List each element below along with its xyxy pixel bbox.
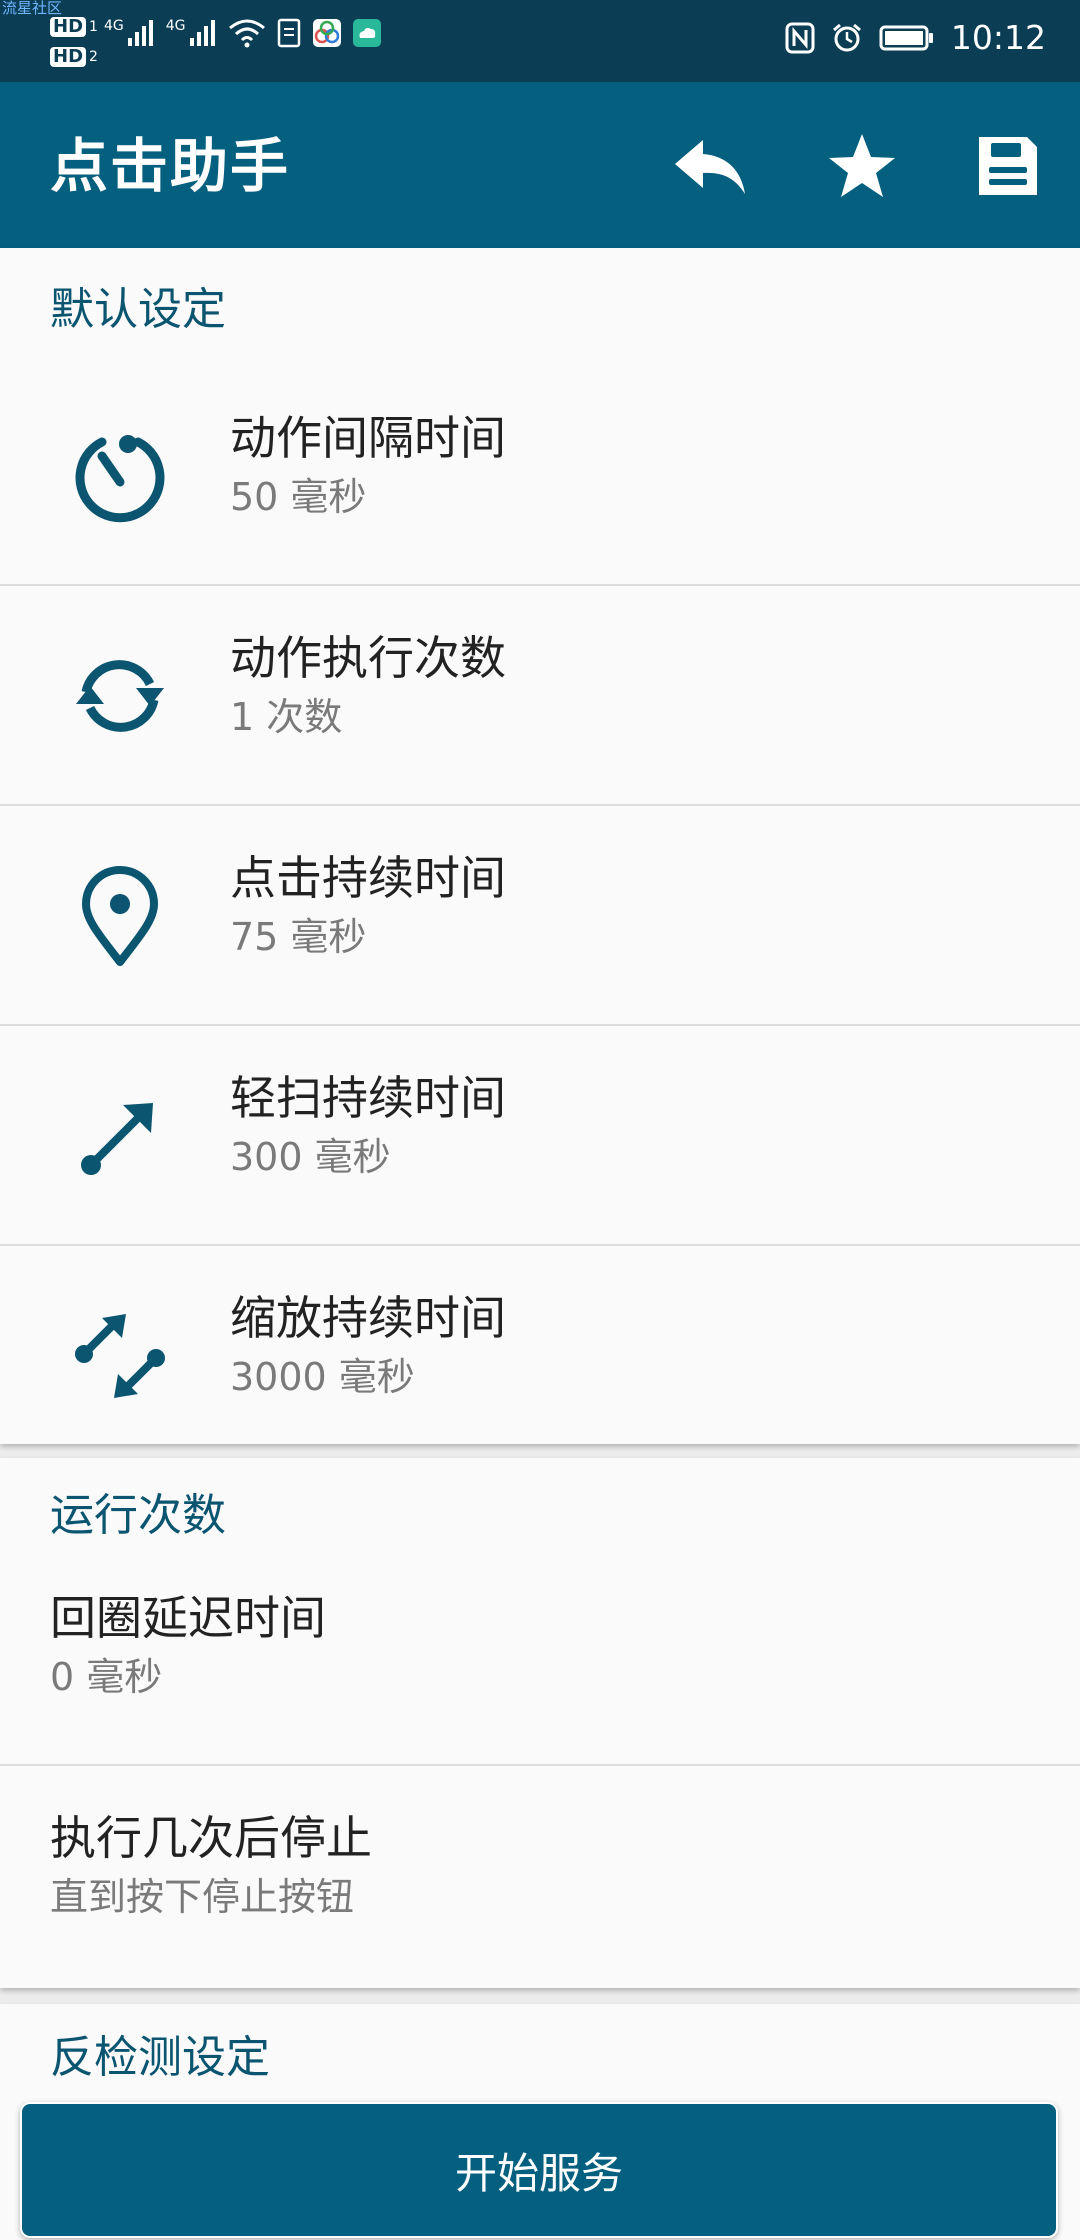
undo-button[interactable] bbox=[668, 124, 752, 208]
setting-value: 50 毫秒 bbox=[230, 475, 367, 519]
status-right-icons: 10:12 bbox=[785, 18, 1046, 57]
status-left-icons: 4G 4G bbox=[104, 18, 382, 48]
sim-index-2: 2 bbox=[89, 49, 98, 65]
setting-loop-delay[interactable]: 回圈延迟时间 0 毫秒 bbox=[0, 1546, 1080, 1766]
network-type-2: 4G bbox=[165, 18, 186, 34]
run-count-card: 运行次数 回圈延迟时间 0 毫秒 执行几次后停止 直到按下停止按钮 bbox=[0, 1458, 1080, 1988]
clock-time: 10:12 bbox=[950, 18, 1046, 57]
setting-value: 3000 毫秒 bbox=[230, 1355, 415, 1399]
save-button[interactable] bbox=[966, 124, 1050, 208]
document-icon bbox=[277, 18, 300, 48]
signal-icon-2: 4G bbox=[166, 18, 218, 48]
app-notification-icon bbox=[312, 19, 341, 47]
cloud-app-icon bbox=[352, 19, 381, 47]
timer-icon bbox=[70, 426, 170, 526]
swipe-arrow-icon bbox=[70, 1086, 170, 1186]
start-service-button[interactable]: 开始服务 bbox=[20, 2102, 1058, 2238]
setting-value: 1 次数 bbox=[230, 695, 343, 739]
setting-title: 轻扫持续时间 bbox=[230, 1071, 506, 1125]
setting-action-interval[interactable]: 动作间隔时间 50 毫秒 bbox=[0, 366, 1080, 586]
sim-badges: HD 1 HD 2 bbox=[50, 12, 98, 72]
nfc-icon bbox=[785, 22, 815, 53]
setting-value: 75 毫秒 bbox=[230, 915, 367, 959]
favorite-button[interactable] bbox=[820, 124, 904, 208]
location-pin-icon bbox=[70, 866, 170, 966]
hd-badge-1: HD bbox=[50, 17, 87, 37]
floppy-disk-icon bbox=[979, 137, 1037, 195]
setting-title: 动作间隔时间 bbox=[230, 411, 506, 465]
network-type-1: 4G bbox=[104, 18, 124, 34]
bottom-action-area: 开始服务 bbox=[0, 2090, 1080, 2240]
sim-index-1: 1 bbox=[89, 19, 98, 35]
setting-title: 回圈延迟时间 bbox=[50, 1591, 326, 1645]
wifi-icon bbox=[228, 19, 265, 48]
setting-stop-after-runs[interactable]: 执行几次后停止 直到按下停止按钮 bbox=[0, 1766, 1080, 1986]
app-title: 点击助手 bbox=[50, 132, 291, 200]
default-settings-card: 默认设定 动作间隔时间 50 毫秒 动作执行次数 1 次数 点击持续时间 75 … bbox=[0, 248, 1080, 1444]
setting-value: 300 毫秒 bbox=[230, 1135, 391, 1179]
pinch-zoom-icon bbox=[70, 1306, 170, 1406]
setting-value: 0 毫秒 bbox=[50, 1655, 163, 1699]
section-header-anti-detection: 反检测设定 bbox=[50, 2032, 270, 2083]
status-bar: 流星社区 HD 1 HD 2 4G 4G 10:12 bbox=[0, 0, 1080, 82]
star-icon bbox=[829, 134, 895, 197]
reply-arrow-icon bbox=[675, 140, 745, 194]
setting-value: 直到按下停止按钮 bbox=[50, 1875, 355, 1919]
sync-icon bbox=[70, 646, 170, 746]
setting-tap-duration[interactable]: 点击持续时间 75 毫秒 bbox=[0, 806, 1080, 1026]
section-header-run-count: 运行次数 bbox=[50, 1490, 226, 1541]
hd-badge-2: HD bbox=[50, 47, 87, 67]
setting-swipe-duration[interactable]: 轻扫持续时间 300 毫秒 bbox=[0, 1026, 1080, 1246]
section-header-default-settings: 默认设定 bbox=[50, 284, 226, 335]
setting-pinch-duration[interactable]: 缩放持续时间 3000 毫秒 bbox=[0, 1246, 1080, 1466]
setting-title: 缩放持续时间 bbox=[230, 1291, 506, 1345]
setting-title: 点击持续时间 bbox=[230, 851, 506, 905]
app-bar: 点击助手 bbox=[0, 82, 1080, 248]
setting-title: 执行几次后停止 bbox=[50, 1811, 372, 1865]
battery-icon bbox=[879, 25, 933, 50]
alarm-icon bbox=[832, 23, 861, 51]
setting-action-repeat-count[interactable]: 动作执行次数 1 次数 bbox=[0, 586, 1080, 806]
signal-icon-1: 4G bbox=[104, 18, 156, 48]
setting-title: 动作执行次数 bbox=[230, 631, 506, 685]
